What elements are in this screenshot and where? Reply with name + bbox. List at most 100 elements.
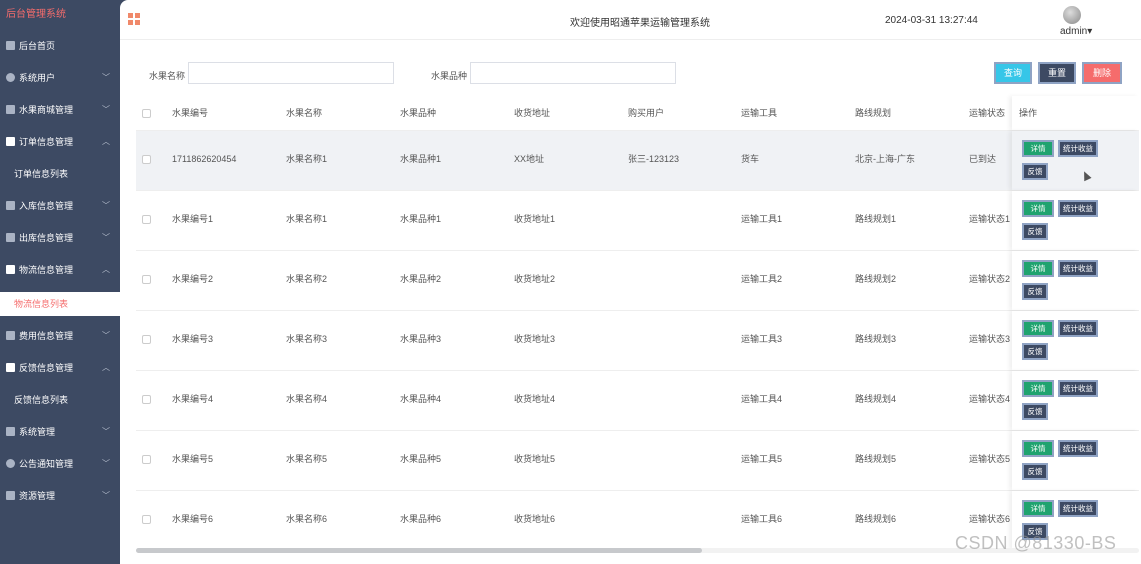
caret-down-icon: ▾ [1087,26,1093,37]
table-cell: 水果名称2 [286,274,328,284]
chevron-down-icon: ﹀ [102,105,110,114]
menu-resources[interactable]: 资源管理 ﹀ [0,480,120,512]
menu-home[interactable]: 后台首页 [0,30,120,62]
detail-button[interactable]: 详情 [1022,440,1054,457]
ops-header: 操作 [1019,108,1038,118]
chevron-up-icon: ︿ [102,265,110,274]
delete-button[interactable]: 删除 [1082,62,1122,84]
row-checkbox[interactable] [142,395,151,404]
detail-button[interactable]: 详情 [1022,500,1054,517]
table-cell: 水果名称3 [286,334,328,344]
table-cell: 收货地址4 [514,394,556,404]
grid-menu-icon[interactable] [128,13,140,25]
feedback-button[interactable]: 反馈 [1022,343,1048,360]
fruit-name-input[interactable] [188,62,394,84]
stats-button[interactable]: 统计收益 [1058,260,1098,277]
fruit-variety-input[interactable] [470,62,676,84]
table-cell: 水果编号2 [172,274,214,284]
detail-button[interactable]: 详情 [1022,260,1054,277]
feedback-button[interactable]: 反馈 [1022,283,1048,300]
detail-button[interactable]: 详情 [1022,320,1054,337]
menu-notice[interactable]: 公告通知管理 ﹀ [0,448,120,480]
feedback-button[interactable]: 反馈 [1022,163,1048,180]
stats-button[interactable]: 统计收益 [1058,440,1098,457]
menu-outbound-label: 出库信息管理 [19,233,74,243]
row-checkbox[interactable] [142,515,151,524]
scrollbar-thumb[interactable] [136,548,702,553]
menu-fruit-shop[interactable]: 水果商城管理 ﹀ [0,94,120,126]
stats-button[interactable]: 统计收益 [1058,200,1098,217]
submenu-feedback-list[interactable]: 反馈信息列表 [0,384,120,416]
table-row[interactable]: 水果编号3 水果名称3 水果品种3 收货地址3 运输工具3 路线规划3 运输状态3 详情 统计收… [136,311,1139,371]
table-cell: 收货地址5 [514,454,556,464]
table-row[interactable]: 水果编号5 水果名称5 水果品种5 收货地址5 运输工具5 路线规划5 运输状态5 详情 统计收… [136,431,1139,491]
user-menu[interactable]: admin▾ [1060,26,1092,37]
menu-system[interactable]: 系统管理 ﹀ [0,416,120,448]
table-cell: 水果品种2 [400,274,442,284]
menu-fees-label: 费用信息管理 [19,331,74,341]
detail-button[interactable]: 详情 [1022,380,1054,397]
table-cell: 货车 [741,154,760,164]
table-cell: 运输状态5 [969,454,1011,464]
table-cell: 运输工具4 [741,394,783,404]
stats-button[interactable]: 统计收益 [1058,140,1098,157]
row-checkbox[interactable] [142,215,151,224]
table-row[interactable]: 水果编号4 水果名称4 水果品种4 收货地址4 运输工具4 路线规划4 运输状态4 详情 统计收… [136,371,1139,431]
search-bar: 水果名称 水果品种 查询 重置 删除 [120,40,1141,96]
submenu-order-list[interactable]: 订单信息列表 [0,158,120,190]
menu-order[interactable]: 订单信息管理 ︿ [0,126,120,158]
menu-inbound[interactable]: 入库信息管理 ﹀ [0,190,120,222]
row-checkbox[interactable] [142,455,151,464]
table-cell: 1711862620454 [172,154,237,164]
table-cell: 路线规划1 [855,214,897,224]
row-checkbox[interactable] [142,155,151,164]
table-cell: 水果编号6 [172,514,214,524]
column-header: 收货地址 [514,108,551,118]
column-header: 水果名称 [286,108,323,118]
table-cell: 已到达 [969,154,997,164]
table-cell: 水果品种6 [400,514,442,524]
stats-button[interactable]: 统计收益 [1058,320,1098,337]
chart-line-icon [6,363,15,372]
menu-outbound[interactable]: 出库信息管理 ﹀ [0,222,120,254]
chevron-up-icon: ︿ [102,363,110,372]
row-checkbox[interactable] [142,275,151,284]
table-cell: 运输状态2 [969,274,1011,284]
detail-button[interactable]: 详情 [1022,140,1054,157]
reset-button[interactable]: 重置 [1038,62,1076,84]
select-all-checkbox[interactable] [142,109,151,118]
menu-fees[interactable]: 费用信息管理 ﹀ [0,320,120,352]
menu-feedback[interactable]: 反馈信息管理 ︿ [0,352,120,384]
table-cell: 北京-上海-广东 [855,154,915,164]
table-cell: 水果品种1 [400,154,442,164]
row-checkbox[interactable] [142,335,151,344]
stats-button[interactable]: 统计收益 [1058,380,1098,397]
table-cell: 水果编号3 [172,334,214,344]
menu-logistics[interactable]: 物流信息管理 ︿ [0,254,120,286]
query-button[interactable]: 查询 [994,62,1032,84]
bar-chart-icon [6,427,15,436]
chevron-down-icon: ﹀ [102,491,110,500]
table-cell: 水果编号1 [172,214,214,224]
feedback-button[interactable]: 反馈 [1022,223,1048,240]
table-row[interactable]: 水果编号2 水果名称2 水果品种2 收货地址2 运输工具2 路线规划2 运输状态2 详情 统计收… [136,251,1139,311]
column-header: 水果品种 [400,108,437,118]
outbound-icon [6,233,15,242]
column-header: 购买用户 [628,108,665,118]
table-row[interactable]: 1711862620454 水果名称1 水果品种1 XX地址 张三-123123 货车 北京… [136,131,1139,191]
feedback-button[interactable]: 反馈 [1022,403,1048,420]
table-cell: 水果编号4 [172,394,214,404]
chevron-down-icon: ﹀ [102,233,110,242]
menu-fruit-shop-label: 水果商城管理 [19,105,74,115]
fruit-name-label: 水果名称 [149,71,186,81]
table-cell: 水果品种4 [400,394,442,404]
detail-button[interactable]: 详情 [1022,200,1054,217]
feedback-button[interactable]: 反馈 [1022,463,1048,480]
avatar[interactable] [1063,6,1081,24]
table-row[interactable]: 水果编号1 水果名称1 水果品种1 收货地址1 运输工具1 路线规划1 运输状态1 详情 统计收… [136,191,1139,251]
submenu-logistics-list[interactable]: 物流信息列表 [0,292,120,316]
stats-button[interactable]: 统计收益 [1058,500,1098,517]
menu-system-users[interactable]: 系统用户 ﹀ [0,62,120,94]
table-cell: 收货地址1 [514,214,556,224]
menu-system-users-label: 系统用户 [19,73,56,83]
